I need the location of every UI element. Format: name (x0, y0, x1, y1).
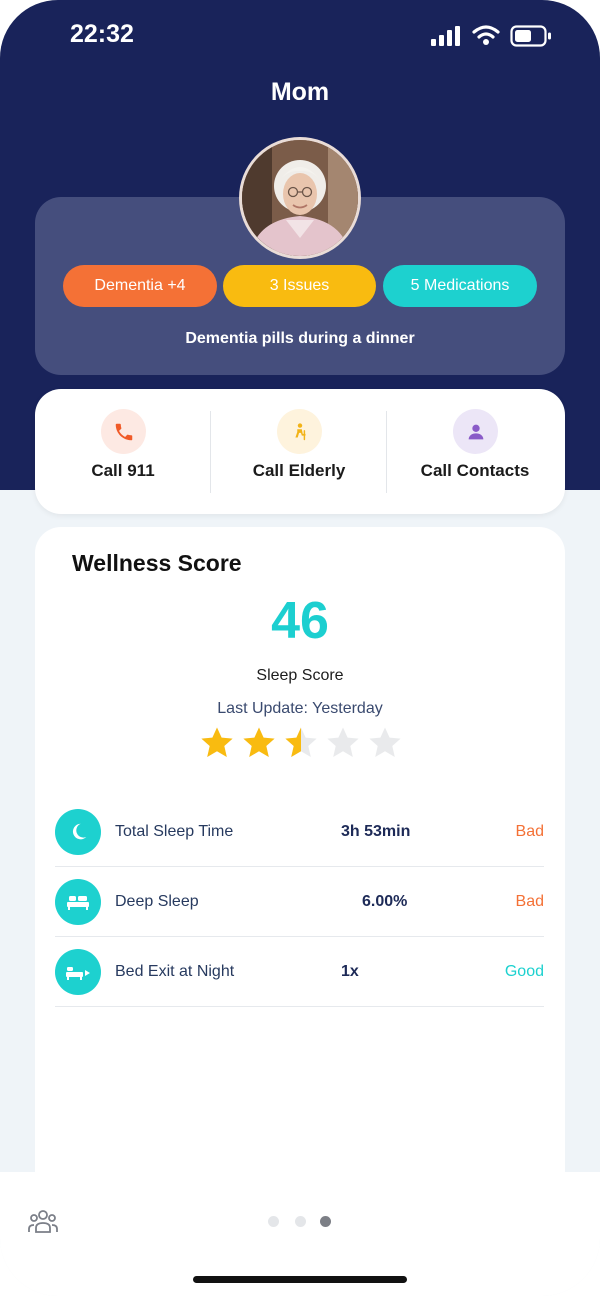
star-rating (200, 726, 410, 760)
call-contacts-label: Call Contacts (420, 461, 530, 480)
bed-exit-icon (55, 949, 101, 995)
call-contacts-button[interactable]: Call Contacts (387, 389, 563, 514)
call-elderly-button[interactable]: Call Elderly (211, 389, 387, 514)
profile-note: Dementia pills during a dinner (185, 330, 415, 347)
medications-chip[interactable]: 5 Medications (383, 265, 537, 307)
metric-status: Good (504, 963, 544, 980)
family-group-icon[interactable] (28, 1208, 58, 1234)
star-icon (327, 727, 359, 757)
wifi-icon (472, 25, 500, 45)
metric-value: 3h 53min (341, 823, 411, 840)
contact-icon (453, 409, 498, 454)
score-label: Sleep Score (256, 667, 344, 684)
metric-status: Bad (515, 893, 544, 910)
wellness-card: Wellness Score 46 Sleep Score Last Updat… (35, 527, 565, 1227)
page-dot[interactable] (268, 1216, 279, 1227)
moon-icon (55, 809, 101, 855)
condition-chips: Dementia +4 3 Issues 5 Medications (63, 265, 537, 307)
call-911-button[interactable]: Call 911 (35, 389, 211, 514)
metric-row-bed-exit[interactable]: Bed Exit at Night 1x Good (55, 937, 544, 1007)
bottom-bar (0, 1172, 600, 1296)
metric-row-total-sleep[interactable]: Total Sleep Time 3h 53min Bad (55, 797, 544, 867)
status-bar: 22:32 (0, 0, 600, 72)
quick-actions-card: Call 911 Call Elderly Call Contacts (35, 389, 565, 514)
metric-name: Total Sleep Time (115, 823, 234, 840)
metric-name: Bed Exit at Night (115, 963, 235, 980)
metric-value: 1x (341, 963, 359, 980)
conditions-chip[interactable]: Dementia +4 (63, 265, 217, 307)
battery-icon (510, 25, 551, 47)
issues-chip[interactable]: 3 Issues (223, 265, 376, 307)
call-elderly-label: Call Elderly (252, 461, 346, 480)
page-title: Mom (270, 78, 330, 106)
metric-status: Bad (515, 823, 544, 840)
call-911-label: Call 911 (91, 461, 155, 480)
avatar-portrait-icon (242, 140, 358, 256)
wellness-title: Wellness Score (72, 550, 242, 576)
phone-icon (101, 409, 146, 454)
avatar[interactable] (239, 137, 361, 259)
home-indicator[interactable] (193, 1276, 407, 1283)
bed-icon (55, 879, 101, 925)
star-icon (369, 727, 401, 757)
score-value: 46 (271, 592, 329, 650)
metric-row-deep-sleep[interactable]: Deep Sleep 6.00% Bad (55, 867, 544, 937)
status-time: 22:32 (70, 20, 134, 48)
elderly-icon (277, 409, 322, 454)
last-update: Last Update: Yesterday (217, 700, 383, 717)
signal-icon (431, 26, 460, 46)
star-icon (243, 727, 275, 757)
metric-value: 6.00% (362, 893, 408, 910)
page-dot-active[interactable] (320, 1216, 331, 1227)
star-icon (285, 727, 317, 757)
page-indicator (268, 1216, 338, 1228)
star-icon (201, 727, 233, 757)
phone-screen: 22:32 Mom Dementia +4 3 Issues 5 Medicat… (0, 0, 600, 1296)
metric-name: Deep Sleep (115, 893, 199, 910)
page-dot[interactable] (295, 1216, 306, 1227)
